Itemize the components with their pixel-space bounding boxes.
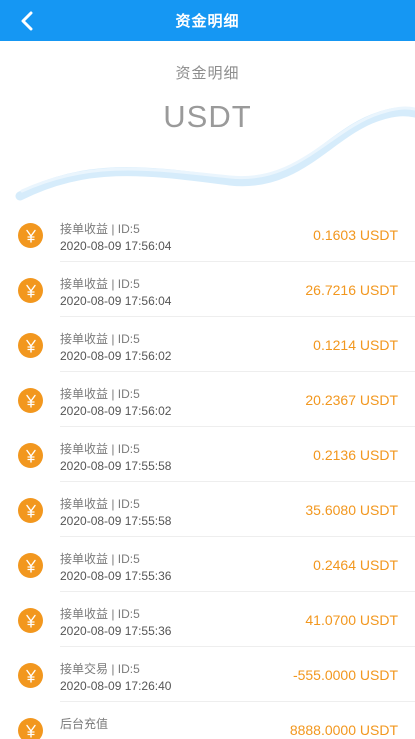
transaction-row[interactable]: 接单收益 | ID:5 2020-08-09 17:55:58 35.6080 … <box>0 482 415 537</box>
transaction-amount: -555.0000 USDT <box>292 667 398 683</box>
transaction-row[interactable]: 接单收益 | ID:5 2020-08-09 17:55:36 0.2464 U… <box>0 537 415 592</box>
transaction-name: 接单收益 | ID:5 <box>60 222 140 236</box>
yuan-coin-icon <box>18 278 43 303</box>
transaction-name: 接单收益 | ID:5 <box>60 497 140 511</box>
transaction-amount: 41.0700 USDT <box>305 612 398 628</box>
transaction-name: 接单交易 | ID:5 <box>60 662 140 676</box>
yuan-coin-icon <box>18 553 43 578</box>
transaction-date: 2020-08-09 17:56:04 <box>60 239 172 253</box>
transaction-name: 接单收益 | ID:5 <box>60 277 140 291</box>
transaction-row[interactable]: 接单交易 | ID:5 2020-08-09 17:26:40 -555.000… <box>0 647 415 702</box>
transaction-date: 2020-08-09 17:56:04 <box>60 294 172 308</box>
transaction-row[interactable]: 接单收益 | ID:5 2020-08-09 17:56:04 0.1603 U… <box>0 207 415 262</box>
yuan-coin-icon <box>18 388 43 413</box>
transaction-date: 2020-08-09 17:55:36 <box>60 624 172 638</box>
currency-label: USDT <box>163 99 252 134</box>
transaction-date: 2020-08-09 17:55:36 <box>60 569 172 583</box>
transaction-amount: 0.1603 USDT <box>313 227 398 243</box>
transaction-amount: 0.1214 USDT <box>313 337 398 353</box>
transaction-amount: 8888.0000 USDT <box>289 722 398 738</box>
transaction-date: 2020-08-09 17:55:58 <box>60 459 172 473</box>
transaction-name: 接单收益 | ID:5 <box>60 442 140 456</box>
yuan-coin-icon <box>18 498 43 523</box>
transaction-row[interactable]: 接单收益 | ID:5 2020-08-09 17:55:58 0.2136 U… <box>0 427 415 482</box>
transaction-name: 后台充值 <box>60 717 109 731</box>
chevron-left-icon <box>21 11 33 31</box>
yuan-coin-icon <box>18 718 43 739</box>
transaction-row[interactable]: 后台充值 8888.0000 USDT <box>0 702 415 739</box>
transaction-date: 2020-08-09 17:55:58 <box>60 514 172 528</box>
yuan-coin-icon <box>18 223 43 248</box>
app-root: 资金明细 资金明细 USDT 接单收益 | ID:5 2020-08-09 17… <box>0 0 415 739</box>
transaction-name: 接单收益 | ID:5 <box>60 552 140 566</box>
back-button[interactable] <box>14 8 40 34</box>
transaction-name: 接单收益 | ID:5 <box>60 607 140 621</box>
transaction-amount: 0.2464 USDT <box>313 557 398 573</box>
transaction-name: 接单收益 | ID:5 <box>60 332 140 346</box>
transaction-date: 2020-08-09 17:26:40 <box>60 679 172 693</box>
transaction-amount: 20.2367 USDT <box>305 392 398 408</box>
yuan-coin-icon <box>18 663 43 688</box>
balance-header: 资金明细 USDT <box>0 41 415 203</box>
yuan-coin-icon <box>18 608 43 633</box>
transaction-date: 2020-08-09 17:56:02 <box>60 349 172 363</box>
transaction-row[interactable]: 接单收益 | ID:5 2020-08-09 17:56:02 0.1214 U… <box>0 317 415 372</box>
transaction-row[interactable]: 接单收益 | ID:5 2020-08-09 17:56:02 20.2367 … <box>0 372 415 427</box>
transaction-amount: 26.7216 USDT <box>305 282 398 298</box>
yuan-coin-icon <box>18 333 43 358</box>
transaction-row[interactable]: 接单收益 | ID:5 2020-08-09 17:56:04 26.7216 … <box>0 262 415 317</box>
page-title: 资金明细 <box>175 13 240 30</box>
transaction-row[interactable]: 接单收益 | ID:5 2020-08-09 17:55:36 41.0700 … <box>0 592 415 647</box>
hero-subtitle: 资金明细 <box>175 65 240 82</box>
yuan-coin-icon <box>18 443 43 468</box>
top-nav-bar: 资金明细 <box>0 0 415 41</box>
transaction-name: 接单收益 | ID:5 <box>60 387 140 401</box>
transaction-date: 2020-08-09 17:56:02 <box>60 404 172 418</box>
transaction-amount: 35.6080 USDT <box>305 502 398 518</box>
transaction-amount: 0.2136 USDT <box>313 447 398 463</box>
transaction-list: 接单收益 | ID:5 2020-08-09 17:56:04 0.1603 U… <box>0 207 415 739</box>
